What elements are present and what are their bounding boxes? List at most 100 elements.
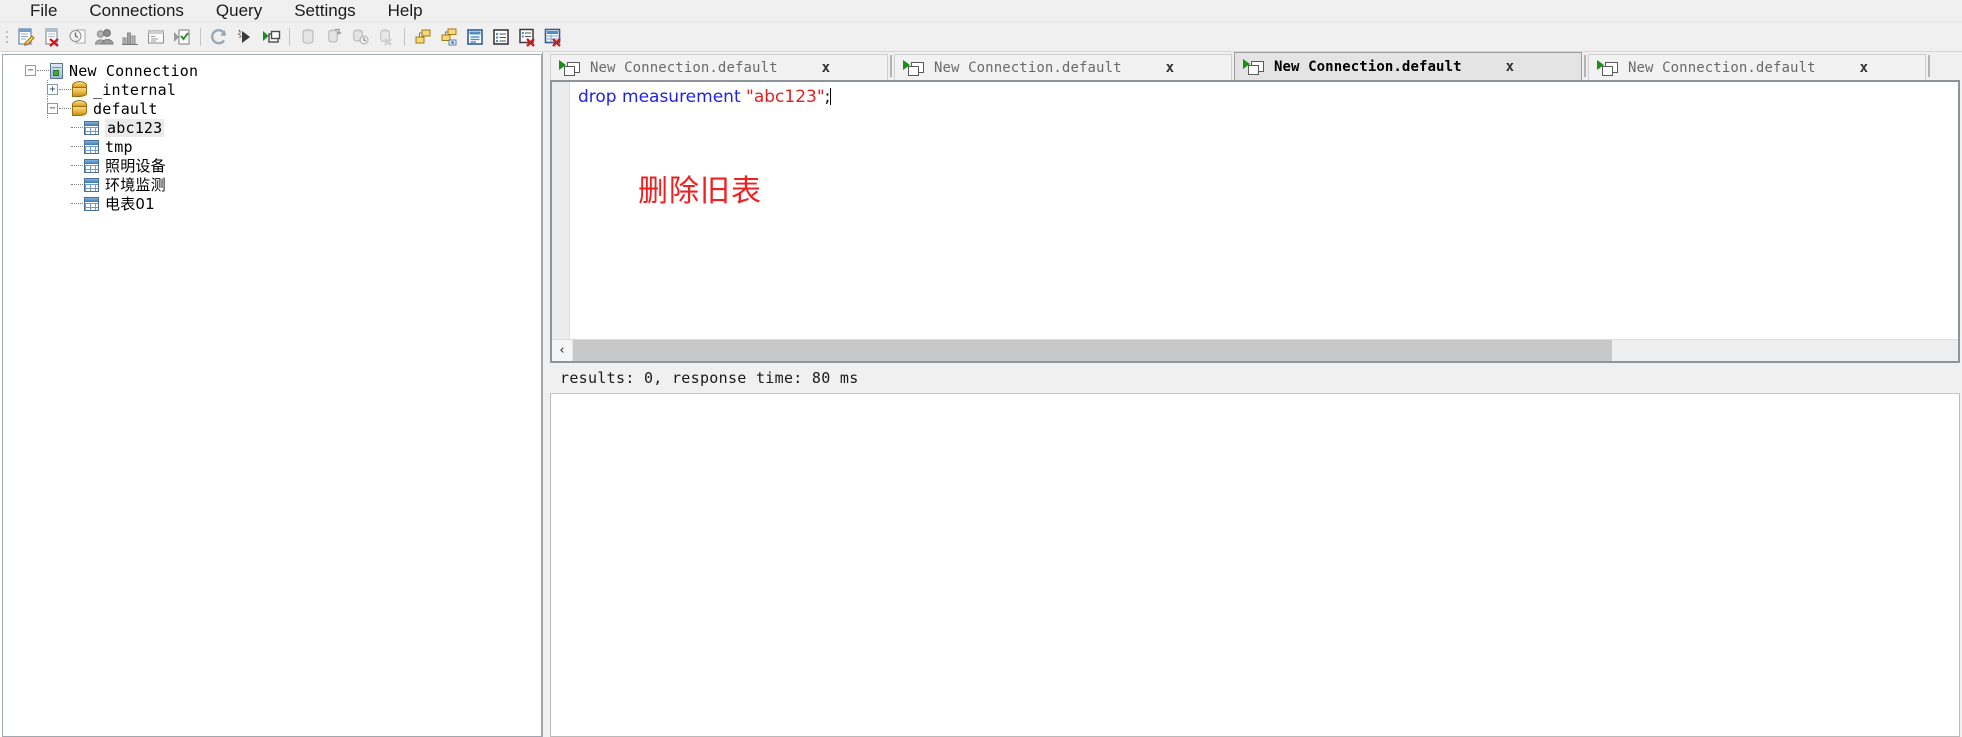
tree-node-measurement[interactable]: abc123 bbox=[13, 118, 541, 137]
window-icon bbox=[1602, 62, 1618, 76]
sql-query-line: drop measurement "abc123"; bbox=[578, 86, 1958, 108]
sql-editor-text[interactable]: drop measurement "abc123"; 删除旧表 bbox=[570, 82, 1958, 339]
tab-connection-1[interactable]: New Connection.default x bbox=[550, 54, 888, 80]
window-icon bbox=[564, 62, 580, 76]
editor-horizontal-scrollbar[interactable]: ‹ bbox=[552, 339, 1958, 361]
tab-connection-3[interactable]: New Connection.default x bbox=[1234, 52, 1582, 80]
tree-label-tmp: tmp bbox=[105, 137, 133, 156]
tab-close-button[interactable]: x bbox=[1854, 60, 1874, 76]
connection-tree: − New Connection + _internal − default a… bbox=[3, 55, 541, 213]
window-icon bbox=[908, 62, 924, 76]
toolbar-chart[interactable] bbox=[117, 24, 143, 50]
scroll-left-arrow-icon[interactable]: ‹ bbox=[552, 340, 573, 361]
tab-close-button[interactable]: x bbox=[1500, 59, 1520, 75]
tab-label: New Connection.default bbox=[590, 59, 778, 76]
toolbar-drop-measurement[interactable] bbox=[540, 24, 566, 50]
toolbar-database-transfer[interactable] bbox=[321, 24, 347, 50]
tab-label: New Connection.default bbox=[934, 59, 1122, 76]
tab-connection-2[interactable]: New Connection.default x bbox=[894, 54, 1232, 80]
sql-editor: drop measurement "abc123"; 删除旧表 ‹ bbox=[550, 80, 1960, 363]
toolbar-new-query[interactable] bbox=[13, 24, 39, 50]
table-icon bbox=[84, 158, 99, 173]
menu-bar: File Connections Query Settings Help bbox=[0, 0, 1962, 22]
toolbar-field-list[interactable] bbox=[488, 24, 514, 50]
toolbar-users[interactable] bbox=[91, 24, 117, 50]
toolbar-run-all[interactable] bbox=[258, 24, 284, 50]
query-status-text: results: 0, response time: 80 ms bbox=[560, 369, 859, 387]
red-annotation-text: 删除旧表 bbox=[638, 174, 762, 209]
tab-divider bbox=[1584, 55, 1586, 77]
toolbar-series[interactable] bbox=[410, 24, 436, 50]
main-content: − New Connection + _internal − default a… bbox=[0, 52, 1962, 737]
tree-label-abc123: abc123 bbox=[105, 118, 165, 137]
tree-connector bbox=[71, 184, 83, 185]
toolbar-grip[interactable] bbox=[4, 26, 10, 48]
query-pane: New Connection.default x New Connection.… bbox=[548, 52, 1962, 737]
tree-connector bbox=[59, 108, 71, 109]
tree-connector bbox=[37, 70, 49, 71]
tree-connector bbox=[71, 127, 83, 128]
sql-keyword: drop measurement bbox=[578, 87, 747, 107]
tree-node-internal[interactable]: + _internal bbox=[13, 80, 541, 99]
menu-query[interactable]: Query bbox=[200, 0, 278, 22]
toolbar bbox=[0, 22, 1962, 52]
toolbar-series-info[interactable] bbox=[436, 24, 462, 50]
tree-connector bbox=[71, 146, 83, 147]
table-icon bbox=[84, 120, 99, 135]
table-icon bbox=[84, 177, 99, 192]
tab-connection-4[interactable]: New Connection.default x bbox=[1588, 54, 1926, 80]
scrollbar-thumb[interactable] bbox=[573, 340, 1612, 361]
tree-label-lighting-device: 照明设备 bbox=[105, 157, 166, 175]
tab-bar: New Connection.default x New Connection.… bbox=[548, 52, 1962, 80]
menu-connections[interactable]: Connections bbox=[73, 0, 200, 22]
toolbar-database[interactable] bbox=[295, 24, 321, 50]
sql-string: "abc123" bbox=[746, 87, 825, 107]
toolbar-run-query[interactable] bbox=[232, 24, 258, 50]
toolbar-separator-3 bbox=[404, 27, 405, 46]
toolbar-drop-field[interactable] bbox=[514, 24, 540, 50]
tree-node-measurement[interactable]: 电表01 bbox=[13, 194, 541, 213]
results-table[interactable] bbox=[550, 393, 1960, 737]
sql-editor-body[interactable]: drop measurement "abc123"; 删除旧表 bbox=[552, 82, 1958, 339]
expander-internal[interactable]: + bbox=[47, 84, 58, 95]
database-icon bbox=[72, 81, 87, 98]
table-icon bbox=[84, 139, 99, 154]
menu-help[interactable]: Help bbox=[372, 0, 439, 22]
tab-label: New Connection.default bbox=[1628, 59, 1816, 76]
query-status-bar: results: 0, response time: 80 ms bbox=[548, 363, 1962, 393]
tab-divider bbox=[890, 55, 892, 77]
toolbar-separator-2 bbox=[289, 27, 290, 46]
tree-connector bbox=[71, 165, 83, 166]
server-icon bbox=[50, 62, 63, 79]
toolbar-retention-policy[interactable] bbox=[347, 24, 373, 50]
toolbar-drop-database[interactable] bbox=[373, 24, 399, 50]
tree-connector bbox=[71, 203, 83, 204]
toolbar-run-script[interactable] bbox=[169, 24, 195, 50]
toolbar-separator-1 bbox=[200, 27, 201, 46]
expander-new-connection[interactable]: − bbox=[25, 65, 36, 76]
toolbar-refresh[interactable] bbox=[206, 24, 232, 50]
tree-connector bbox=[59, 89, 71, 90]
tree-node-measurement[interactable]: tmp bbox=[13, 137, 541, 156]
connection-tree-panel: − New Connection + _internal − default a… bbox=[2, 54, 542, 737]
tree-node-measurement[interactable]: 照明设备 bbox=[13, 156, 541, 175]
tab-close-button[interactable]: x bbox=[816, 60, 836, 76]
toolbar-delete-query[interactable] bbox=[39, 24, 65, 50]
expander-default[interactable]: − bbox=[47, 103, 58, 114]
menu-settings[interactable]: Settings bbox=[278, 0, 371, 22]
tree-node-measurement[interactable]: 环境监测 bbox=[13, 175, 541, 194]
toolbar-measurement[interactable] bbox=[462, 24, 488, 50]
database-icon bbox=[72, 100, 87, 117]
tree-label-meter01: 电表01 bbox=[105, 195, 155, 213]
table-icon bbox=[84, 196, 99, 211]
toolbar-query-history[interactable] bbox=[65, 24, 91, 50]
scrollbar-track[interactable] bbox=[573, 340, 1958, 361]
toolbar-console[interactable] bbox=[143, 24, 169, 50]
tree-label-default: default bbox=[93, 99, 158, 118]
tree-node-new-connection[interactable]: − New Connection bbox=[13, 61, 541, 80]
tab-close-button[interactable]: x bbox=[1160, 60, 1180, 76]
tab-divider bbox=[1928, 55, 1930, 77]
tree-node-default[interactable]: − default bbox=[13, 99, 541, 118]
menu-file[interactable]: File bbox=[14, 0, 73, 22]
window-icon bbox=[1248, 61, 1264, 75]
